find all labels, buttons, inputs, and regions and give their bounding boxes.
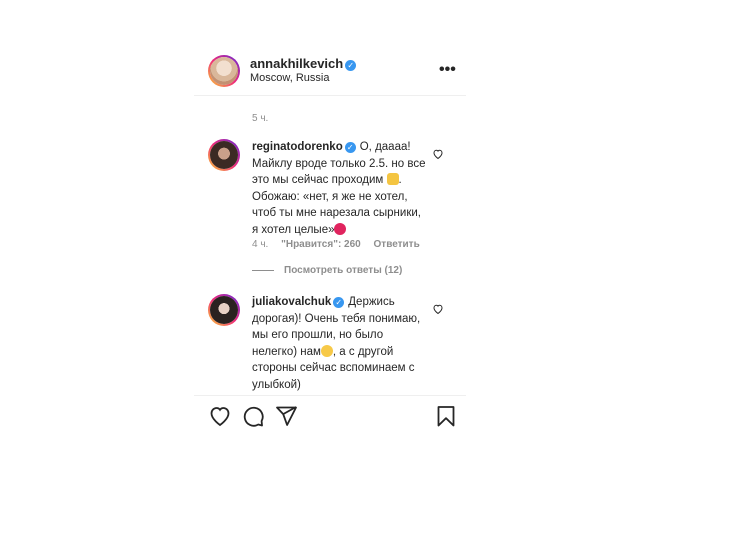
view-replies-button[interactable]: Посмотреть ответы (12) [252,265,402,276]
post-action-bar [194,395,466,438]
verified-badge-icon: ✓ [345,60,357,71]
comment-like-heart-icon[interactable] [432,148,444,160]
replies-divider-line [252,269,274,271]
heart-icon[interactable] [208,404,232,428]
verified-badge-icon: ✓ [333,297,345,308]
bookmark-icon[interactable] [434,404,458,428]
verified-badge-icon: ✓ [344,142,356,153]
author-avatar[interactable] [208,55,240,87]
emoji-icon [334,222,347,235]
commenter-username[interactable]: reginatodorenko ✓ [252,141,356,153]
reply-button[interactable]: Ответить [374,239,420,250]
share-icon[interactable] [274,404,298,428]
more-options-icon[interactable]: ••• [439,61,456,79]
comment-like-heart-icon[interactable] [432,303,444,315]
comment-meta: 4 ч. "Нравится": 260 Ответить [252,239,430,250]
post-header: annakhilkevich ✓ Moscow, Russia ••• [194,47,466,96]
commenter-username[interactable]: juliakovalchuk ✓ [252,296,345,308]
emoji-icon [386,173,399,185]
commenter-avatar[interactable] [208,294,240,326]
post-panel: annakhilkevich ✓ Moscow, Russia ••• 5 ч. … [194,0,466,543]
author-username-text[interactable]: annakhilkevich [250,56,343,71]
comment-likes[interactable]: "Нравится": 260 [281,239,361,250]
post-time: 5 ч. [252,113,269,124]
post-location[interactable]: Moscow, Russia [250,72,329,84]
comment-text: juliakovalchuk ✓ Держись дорогая)! Очень т… [252,296,421,391]
comment-text: reginatodorenko ✓ О, даааа! Майклу вроде т… [252,141,426,236]
emoji-icon [320,344,333,357]
commenter-avatar[interactable] [208,139,240,171]
author-username[interactable]: annakhilkevich ✓ [250,56,357,71]
comment-time[interactable]: 4 ч. [252,239,268,250]
comment-icon[interactable] [241,404,265,428]
